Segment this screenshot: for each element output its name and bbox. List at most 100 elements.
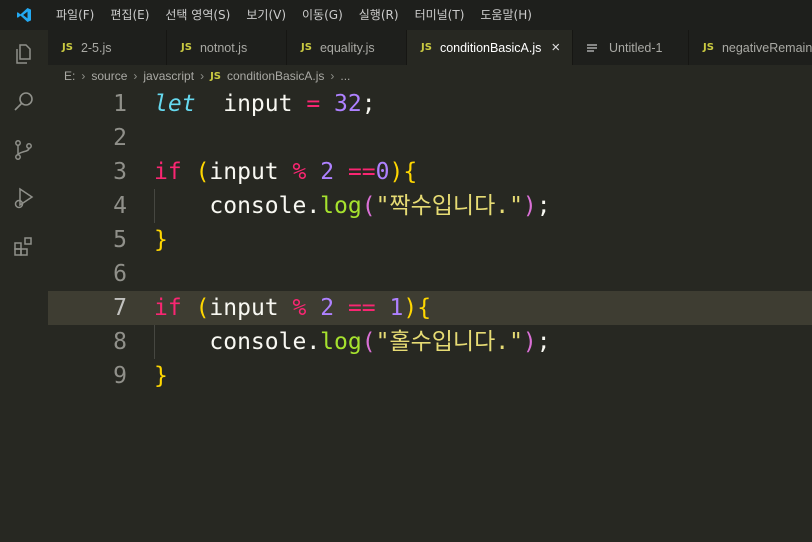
code-line: 4 console.log("짝수입니다."); [48, 189, 812, 223]
line-number: 6 [113, 261, 127, 287]
js-file-icon: JS [181, 42, 192, 53]
line-number: 3 [113, 159, 127, 185]
run-debug-icon[interactable] [12, 186, 36, 210]
breadcrumb-item[interactable]: source [91, 69, 127, 83]
code-text: let input = 32; [154, 87, 376, 121]
code-line: 7 if (input % 2 == 1){ [48, 291, 812, 325]
code-text: if (input % 2 == 1){ [154, 291, 431, 325]
code-token: = [306, 91, 321, 117]
source-control-icon[interactable] [12, 138, 36, 162]
code-token: ; [361, 91, 376, 117]
indent-guide [154, 189, 155, 223]
js-file-icon: JS [703, 42, 714, 53]
tab-label: Untitled-1 [609, 40, 663, 55]
breadcrumb-symbol[interactable]: ... [340, 69, 350, 83]
line-number: 5 [113, 227, 127, 253]
tab-2-5-js[interactable]: JS 2-5.js [48, 30, 167, 65]
code-token: == [347, 159, 376, 185]
code-token: 0 [375, 159, 390, 185]
code-token: if [154, 295, 182, 321]
code-line: 6 [48, 257, 812, 291]
code-token: ) [522, 193, 537, 219]
code-token: console. [154, 193, 321, 219]
tab-notnot-js[interactable]: JS notnot.js [167, 30, 287, 65]
breadcrumb-file[interactable]: conditionBasicA.js [227, 69, 324, 83]
code-editor[interactable]: 1 let input = 32; 2 3 if (input % 2 ==0){4 c… [48, 87, 812, 542]
line-number: 4 [113, 193, 127, 219]
code-token: input [209, 295, 293, 321]
menu-item-6[interactable]: 터미널(T) [407, 0, 473, 30]
indent-guide [154, 325, 155, 359]
code-token: ; [536, 193, 551, 219]
tab-conditionbasica-js[interactable]: JS conditionBasicA.js × [407, 30, 573, 65]
code-line: 2 [48, 121, 812, 155]
code-text: } [154, 223, 168, 257]
code-token: % [292, 159, 307, 185]
menu-item-2[interactable]: 선택 영역(S) [157, 0, 238, 30]
menu-item-1[interactable]: 편집(E) [102, 0, 157, 30]
line-number: 1 [113, 91, 127, 117]
search-icon[interactable] [12, 90, 36, 114]
js-file-icon: JS [301, 42, 312, 53]
breadcrumb-item[interactable]: E: [64, 69, 75, 83]
code-token: ( [361, 329, 376, 355]
js-file-icon: JS [210, 70, 221, 82]
code-line: 9} [48, 359, 812, 393]
chevron-right-icon: › [81, 69, 86, 83]
js-file-icon: JS [421, 42, 432, 53]
code-token: input [209, 159, 293, 185]
code-text: } [154, 359, 168, 393]
code-token: { [403, 159, 418, 185]
js-file-icon: JS [62, 42, 73, 53]
code-token: 2 [320, 159, 335, 185]
code-token: ( [195, 159, 210, 185]
code-token: { [417, 295, 432, 321]
menu-item-3[interactable]: 보기(V) [238, 0, 294, 30]
code-token: ( [361, 193, 376, 219]
code-token: input [195, 91, 307, 117]
menu-item-4[interactable]: 이동(G) [294, 0, 351, 30]
extensions-icon[interactable] [12, 234, 36, 258]
code-line: 1 let input = 32; [48, 87, 812, 121]
menu-item-7[interactable]: 도움말(H) [472, 0, 540, 30]
code-token: "홀수입니다." [375, 329, 523, 355]
code-token: log [320, 193, 362, 219]
line-number: 9 [113, 363, 127, 389]
chevron-right-icon: › [330, 69, 335, 83]
menu-item-5[interactable]: 실행(R) [351, 0, 407, 30]
code-line: 8 console.log("홀수입니다."); [48, 325, 812, 359]
breadcrumb-item[interactable]: javascript [143, 69, 194, 83]
code-token: % [292, 295, 307, 321]
code-token: ) [389, 159, 404, 185]
code-token: "짝수입니다." [375, 193, 523, 219]
line-number: 2 [113, 125, 127, 151]
breadcrumb: E: › source › javascript › JS conditionBasicA.j… [48, 65, 812, 87]
code-token: ; [536, 329, 551, 355]
code-line: 5} [48, 223, 812, 257]
tab-equality-js[interactable]: JS equality.js [287, 30, 407, 65]
close-icon[interactable]: × [551, 39, 560, 56]
explorer-icon[interactable] [12, 42, 36, 66]
tab-label: notnot.js [199, 40, 248, 55]
tab-negativeremain[interactable]: JS negativeRemain [689, 30, 812, 65]
code-token: ) [403, 295, 418, 321]
tab-untitled-1[interactable]: Untitled-1 [573, 30, 689, 65]
code-text: if (input % 2 ==0){ [154, 155, 417, 189]
tab-label: negativeRemain [721, 40, 812, 55]
code-token: 32 [334, 91, 362, 117]
code-token: ( [195, 295, 210, 321]
code-text: console.log("짝수입니다."); [154, 189, 551, 223]
code-token: if [154, 159, 182, 185]
title-bar: 파일(F) 편집(E) 선택 영역(S) 보기(V) 이동(G) 실행(R) 터미널(T) 도… [0, 0, 812, 30]
chevron-right-icon: › [200, 69, 205, 83]
code-token: == [347, 295, 376, 321]
code-token: ) [522, 329, 537, 355]
menu-item-0[interactable]: 파일(F) [48, 0, 102, 30]
